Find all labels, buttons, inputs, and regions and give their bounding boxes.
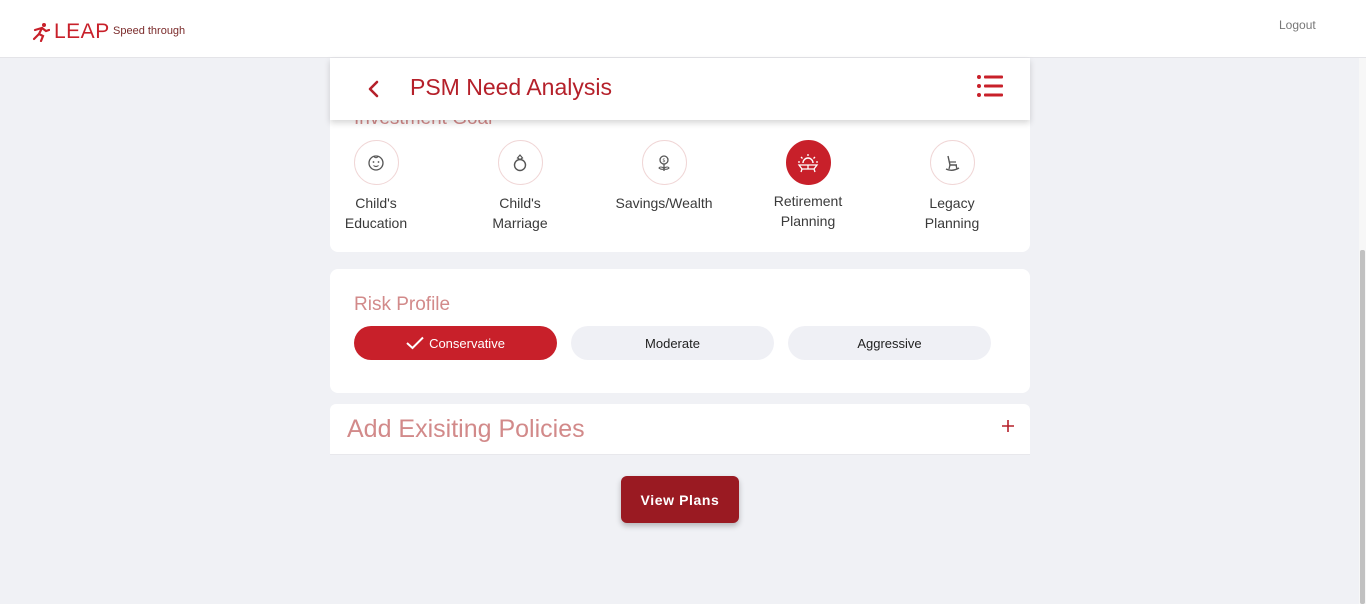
risk-profile-card: Risk Profile Conservative Moderate Aggre…: [330, 269, 1030, 393]
goal-label-line2: Planning: [780, 213, 836, 229]
risk-option-label: Aggressive: [857, 335, 922, 351]
goal-legacy-planning[interactable]: Legacy Planning: [892, 140, 1012, 233]
rocking-chair-icon: [945, 155, 960, 171]
risk-profile-title: Risk Profile: [354, 294, 451, 315]
goal-retirement-planning[interactable]: Retirement Planning: [748, 140, 868, 231]
goal-childs-marriage[interactable]: Child's Marriage: [460, 140, 580, 233]
runner-icon: [32, 23, 50, 42]
brand-name: LEAP: [54, 20, 110, 43]
goal-label-line1: Child's: [355, 195, 397, 211]
goal-savings-wealth[interactable]: $ Savings/Wealth: [604, 140, 724, 213]
top-bar: LEAP Speed through Logout: [0, 0, 1366, 58]
logout-link[interactable]: Logout: [1279, 18, 1316, 32]
brand-logo[interactable]: LEAP: [32, 20, 110, 44]
risk-aggressive-button[interactable]: Aggressive: [788, 326, 991, 360]
goal-label-line1: Retirement: [773, 193, 843, 209]
svg-text:$: $: [662, 158, 665, 164]
page-title: PSM Need Analysis: [410, 74, 612, 100]
goal-label-line1: Legacy: [929, 195, 975, 211]
goal-icon-wrap: [497, 140, 543, 185]
brand-tagline: Speed through: [113, 25, 186, 37]
plus-icon[interactable]: [1000, 418, 1016, 434]
goal-label-line2: Planning: [924, 215, 980, 231]
ring-icon: [513, 153, 527, 171]
goal-icon-wrap: [929, 140, 975, 185]
risk-conservative-button[interactable]: Conservative: [354, 326, 557, 360]
back-chevron-icon[interactable]: [364, 78, 384, 100]
scrollbar-thumb[interactable]: [1360, 250, 1365, 604]
goal-icon-wrap: [785, 140, 831, 185]
risk-option-label: Conservative: [429, 335, 505, 351]
sunset-bench-icon: [797, 153, 819, 172]
view-plans-button[interactable]: View Plans: [621, 476, 739, 523]
goal-label-line2: Marriage: [492, 215, 548, 231]
baby-face-icon: [368, 154, 384, 171]
goal-icon-wrap: $: [641, 140, 687, 185]
goal-icon-wrap: [353, 140, 399, 185]
goal-label-line1: Savings/Wealth: [615, 195, 713, 211]
check-icon: [406, 336, 424, 350]
page-header: PSM Need Analysis: [330, 58, 1030, 120]
risk-moderate-button[interactable]: Moderate: [571, 326, 774, 360]
add-policies-title: Add Exisiting Policies: [347, 415, 585, 443]
risk-option-label: Moderate: [645, 335, 700, 351]
goal-label-line2: Education: [344, 215, 408, 231]
goal-childs-education[interactable]: Child's Education: [316, 140, 436, 233]
money-plant-icon: $: [658, 154, 670, 171]
list-menu-icon[interactable]: [976, 74, 1004, 98]
goal-label-line1: Child's: [499, 195, 541, 211]
add-policies-accordion[interactable]: Add Exisiting Policies: [330, 404, 1030, 455]
